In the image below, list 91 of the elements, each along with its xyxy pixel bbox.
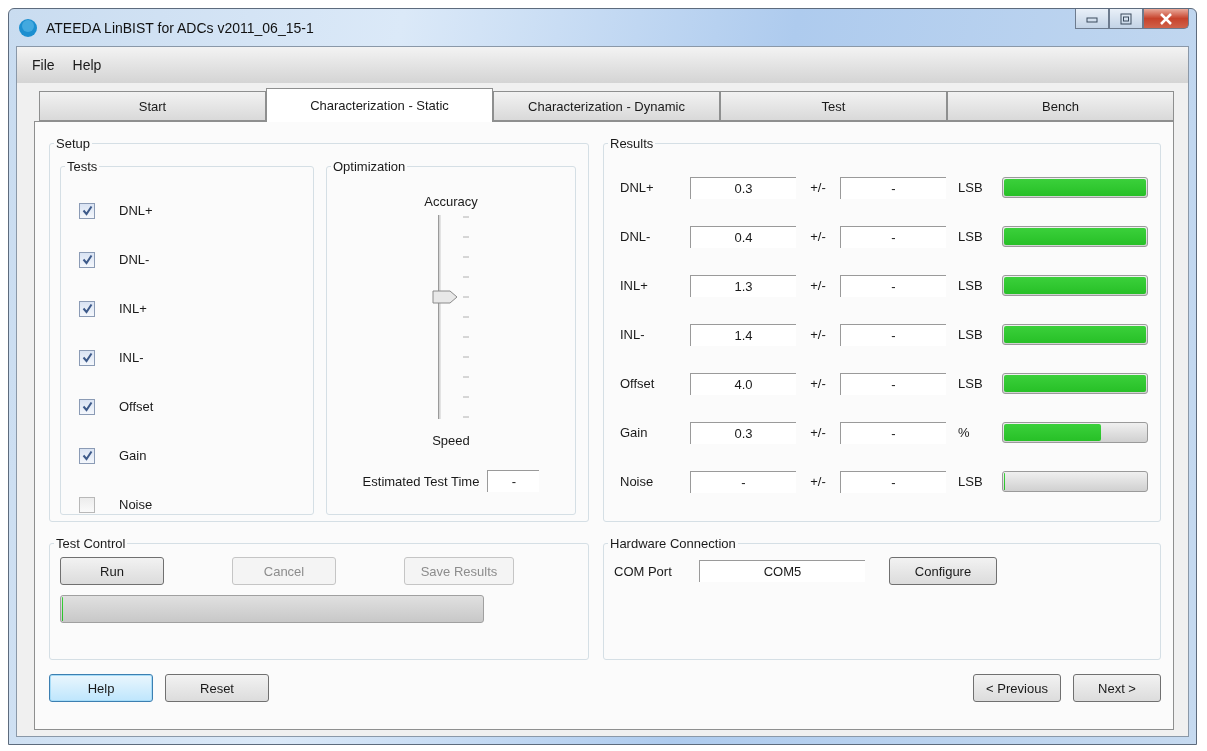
- value-field[interactable]: 0.3: [690, 176, 796, 199]
- estimate-label: Estimated Test Time: [362, 473, 480, 489]
- check-icon: [81, 352, 93, 363]
- minimize-button[interactable]: [1075, 9, 1109, 29]
- group-title: Results: [609, 136, 655, 151]
- menu-item[interactable]: Help: [63, 53, 111, 77]
- plus-minus-label: +/-: [809, 229, 827, 244]
- unit-label: LSB: [957, 278, 984, 293]
- plus-minus-label: +/-: [809, 425, 827, 440]
- check-icon: [81, 303, 93, 314]
- error-field[interactable]: -: [840, 176, 946, 199]
- error-field[interactable]: -: [840, 323, 946, 346]
- value-field[interactable]: 4.0: [690, 372, 796, 395]
- check-icon: [81, 401, 93, 412]
- tab[interactable]: Start: [39, 91, 266, 121]
- plus-minus-label: +/-: [809, 180, 827, 195]
- checkbox[interactable]: [79, 202, 95, 219]
- checkbox-label: Offset: [119, 399, 154, 414]
- error-field[interactable]: -: [840, 372, 946, 395]
- port-label: COM Port: [614, 563, 673, 579]
- unit-label: LSB: [957, 376, 984, 391]
- control-button[interactable]: Run: [60, 557, 164, 585]
- checkbox-label: DNL-: [119, 252, 150, 267]
- group-title: Test Control: [55, 536, 127, 551]
- unit-label: LSB: [957, 474, 984, 489]
- tab[interactable]: Test: [720, 91, 947, 121]
- menu-item[interactable]: File: [23, 53, 64, 77]
- footer-button[interactable]: Next >: [1073, 674, 1161, 702]
- error-field[interactable]: -: [840, 274, 946, 297]
- footer-button[interactable]: Reset: [165, 674, 269, 702]
- checkbox[interactable]: [79, 251, 95, 268]
- checkbox-label: INL-: [119, 350, 144, 365]
- plus-minus-label: +/-: [809, 474, 827, 489]
- value-field[interactable]: 1.3: [690, 274, 796, 297]
- result-label: Gain: [620, 425, 649, 440]
- maximize-icon: [1120, 12, 1132, 25]
- slider-top-label: Accuracy: [424, 194, 478, 209]
- value-field[interactable]: 1.4: [690, 323, 796, 346]
- error-field[interactable]: -: [840, 225, 946, 248]
- unit-label: %: [957, 425, 971, 440]
- group-title: Tests: [66, 159, 99, 174]
- tab[interactable]: Characterization - Dynamic: [493, 91, 720, 121]
- configure-button[interactable]: Configure: [889, 557, 997, 585]
- checkbox-label: Gain: [119, 448, 147, 463]
- group-title: Hardware Connection: [609, 536, 737, 551]
- result-label: INL+: [620, 278, 649, 293]
- plus-minus-label: +/-: [809, 327, 827, 342]
- checkbox[interactable]: [79, 349, 95, 366]
- tick-marks-icon: [462, 215, 470, 419]
- result-label: DNL+: [620, 180, 655, 195]
- unit-label: LSB: [957, 327, 984, 342]
- maximize-button[interactable]: [1109, 9, 1143, 29]
- port-field[interactable]: COM5: [699, 560, 865, 582]
- value-field[interactable]: -: [690, 470, 796, 493]
- checkbox[interactable]: [79, 398, 95, 415]
- error-field[interactable]: -: [840, 470, 946, 493]
- value-field[interactable]: 0.4: [690, 225, 796, 248]
- value-field[interactable]: 0.3: [690, 421, 796, 444]
- slider-thumb[interactable]: [432, 289, 458, 304]
- close-icon: [1159, 12, 1173, 25]
- checkbox[interactable]: [79, 447, 95, 464]
- check-icon: [81, 254, 93, 265]
- group-title: Optimization: [332, 159, 407, 174]
- checkbox[interactable]: [79, 300, 95, 317]
- checkbox[interactable]: [79, 496, 95, 513]
- checkbox-label: INL+: [119, 301, 147, 316]
- result-label: INL-: [620, 327, 646, 342]
- result-label: Noise: [620, 474, 655, 489]
- error-field[interactable]: -: [840, 421, 946, 444]
- result-label: Offset: [620, 376, 656, 391]
- plus-minus-label: +/-: [809, 376, 827, 391]
- result-label: DNL-: [620, 229, 652, 244]
- check-icon: [81, 450, 93, 461]
- check-icon: [81, 205, 93, 216]
- close-button[interactable]: [1143, 9, 1189, 29]
- checkbox-label: Noise: [119, 497, 153, 512]
- window-title: ATEEDA LinBIST for ADCs v2011_06_15-1: [46, 19, 314, 36]
- app-logo-icon: [18, 17, 38, 38]
- tab[interactable]: Bench: [947, 91, 1174, 121]
- group-title: Setup: [55, 136, 91, 151]
- footer-button[interactable]: Help: [49, 674, 153, 702]
- footer-button[interactable]: < Previous: [973, 674, 1061, 702]
- estimate-field[interactable]: -: [487, 470, 540, 492]
- vertical-slider[interactable]: [432, 215, 458, 419]
- plus-minus-label: +/-: [809, 278, 827, 293]
- unit-label: LSB: [957, 229, 984, 244]
- tab[interactable]: Characterization - Static: [266, 88, 493, 122]
- unit-label: LSB: [957, 180, 984, 195]
- slider-bottom-label: Speed: [432, 433, 470, 448]
- minimize-icon: [1086, 14, 1098, 23]
- checkbox-label: DNL+: [119, 203, 153, 218]
